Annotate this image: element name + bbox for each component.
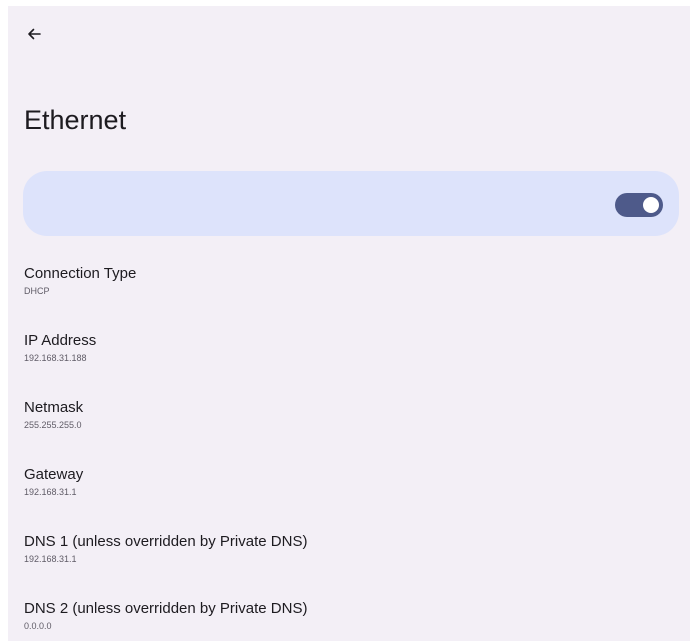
info-label: DNS 2 (unless overridden by Private DNS) — [24, 600, 308, 617]
info-item-dns2[interactable]: DNS 2 (unless overridden by Private DNS)… — [24, 599, 664, 641]
info-item-dns1[interactable]: DNS 1 (unless overridden by Private DNS)… — [24, 532, 664, 599]
settings-screen: Ethernet Connection Type DHCP IP Address… — [8, 6, 690, 641]
info-label: Netmask — [24, 399, 84, 416]
info-label: Gateway — [24, 466, 84, 483]
arrow-left-icon — [28, 28, 41, 40]
info-value: DHCP — [24, 286, 50, 296]
info-value: 192.168.31.188 — [24, 353, 87, 363]
ethernet-switch[interactable] — [615, 193, 663, 217]
info-label: IP Address — [24, 332, 97, 349]
info-list: Connection Type DHCP IP Address 192.168.… — [24, 264, 664, 641]
info-value: 192.168.31.1 — [24, 554, 77, 564]
info-item-gateway[interactable]: Gateway 192.168.31.1 — [24, 465, 664, 532]
info-label: Connection Type — [24, 265, 137, 282]
ethernet-toggle-card[interactable] — [23, 171, 679, 236]
page-title: Ethernet — [24, 105, 127, 135]
info-item-netmask[interactable]: Netmask 255.255.255.0 — [24, 398, 664, 465]
info-value: 0.0.0.0 — [24, 621, 52, 631]
info-item-connection-type[interactable]: Connection Type DHCP — [24, 264, 664, 331]
info-value: 192.168.31.1 — [24, 487, 77, 497]
info-label: DNS 1 (unless overridden by Private DNS) — [24, 533, 308, 550]
info-value: 255.255.255.0 — [24, 420, 82, 430]
switch-thumb — [643, 197, 659, 213]
info-item-ip-address[interactable]: IP Address 192.168.31.188 — [24, 331, 664, 398]
back-button[interactable] — [18, 20, 50, 48]
